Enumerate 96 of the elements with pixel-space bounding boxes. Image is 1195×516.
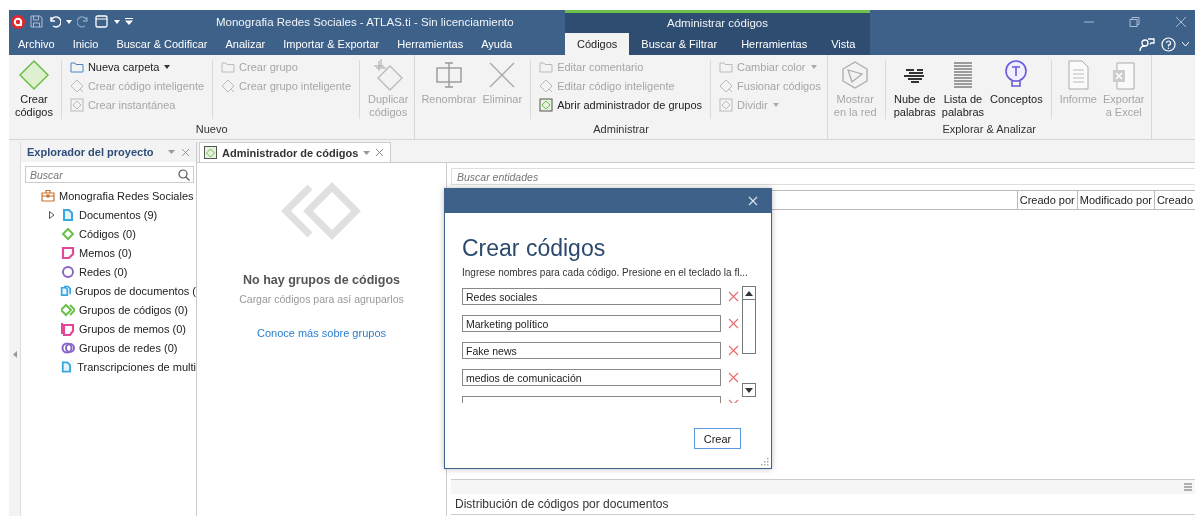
remove-icon[interactable] bbox=[728, 318, 739, 329]
panel-title: Distribución de códigos por documentos bbox=[451, 494, 1195, 515]
caret-icon bbox=[164, 64, 171, 69]
dialog-title: Crear códigos bbox=[462, 235, 607, 261]
ribbon-icon bbox=[539, 78, 554, 93]
caret-icon[interactable] bbox=[66, 19, 72, 24]
menu-tab[interactable]: Herramientas bbox=[388, 33, 473, 55]
remove-icon[interactable] bbox=[728, 345, 739, 356]
learn-more-link[interactable]: Conoce más sobre grupos bbox=[257, 327, 386, 339]
column-header[interactable]: Creado por bbox=[1016, 191, 1077, 209]
ribbon-icon bbox=[16, 58, 51, 92]
tree-item[interactable]: Códigos (0) bbox=[21, 224, 196, 243]
remove-icon[interactable] bbox=[728, 372, 739, 383]
column-header[interactable]: Modificado por bbox=[1076, 191, 1154, 209]
tree-item[interactable]: Documentos (9) bbox=[21, 205, 196, 224]
ribbon-icon bbox=[719, 78, 734, 93]
menu-tab[interactable]: Ayuda bbox=[472, 33, 522, 55]
app-logo-icon[interactable] bbox=[11, 14, 25, 29]
document-tab[interactable]: Administrador de códigos bbox=[199, 142, 392, 162]
ribbon-button[interactable]: Nube de palabras bbox=[891, 58, 938, 119]
ribbon-button[interactable]: Crear códigos bbox=[13, 58, 55, 119]
window-icon[interactable] bbox=[95, 15, 109, 28]
code-name-field[interactable]: Redes sociales bbox=[462, 288, 721, 305]
expand-arrow-icon[interactable] bbox=[49, 210, 55, 219]
help-icon[interactable] bbox=[1161, 36, 1176, 52]
tree-item[interactable]: Redes (0) bbox=[21, 262, 196, 281]
window-title: Monografia Redes Sociales - ATLAS.ti - Sin licenciamiento bbox=[216, 15, 514, 28]
ribbon-icon bbox=[221, 59, 236, 74]
ribbon-icon bbox=[69, 59, 84, 74]
user-icon[interactable] bbox=[1139, 36, 1155, 52]
column-header[interactable]: Creado bbox=[1153, 191, 1195, 209]
code-name-field[interactable]: medios de comunicación bbox=[462, 369, 721, 386]
dialog-instruction: Ingrese nombres para cada código. Presione en el teclado la fl... bbox=[462, 267, 749, 278]
ribbon-icon bbox=[539, 97, 554, 112]
collapse-arrow-icon[interactable] bbox=[12, 350, 17, 358]
menu-icon[interactable] bbox=[1184, 483, 1192, 491]
customize-icon[interactable] bbox=[125, 18, 133, 25]
ribbon-icon bbox=[539, 59, 554, 74]
tree-item[interactable]: Grupos de códigos (0) bbox=[21, 300, 196, 319]
up-arrow-icon bbox=[745, 290, 753, 296]
close-icon[interactable] bbox=[375, 148, 385, 157]
tree-item[interactable]: Transcripciones de multi bbox=[21, 357, 196, 376]
caret-icon[interactable] bbox=[114, 19, 120, 24]
tree-item[interactable]: Grupos de documentos ( bbox=[21, 281, 196, 300]
search-icon bbox=[178, 168, 190, 181]
save-icon[interactable] bbox=[30, 15, 43, 28]
menu-tab[interactable]: Herramientas bbox=[729, 33, 820, 55]
menu-tab[interactable]: Vista bbox=[819, 33, 868, 55]
tree-item[interactable]: Memos (0) bbox=[21, 243, 196, 262]
ribbon-button[interactable]: Abrir administrador de grupos bbox=[537, 96, 705, 113]
menu-tab[interactable]: Analizar bbox=[216, 33, 275, 55]
search-field[interactable]: Buscar entidades bbox=[451, 168, 1195, 185]
panel-title: Explorador del proyecto bbox=[27, 146, 155, 158]
code-name-field[interactable]: Marketing político bbox=[462, 315, 721, 332]
restore-icon[interactable] bbox=[1129, 16, 1141, 27]
down-arrow-icon bbox=[745, 387, 753, 393]
scrollbar-thumb[interactable] bbox=[742, 300, 756, 354]
scroll-down-button[interactable] bbox=[742, 383, 756, 397]
menu-tab[interactable]: Buscar & Filtrar bbox=[629, 33, 730, 55]
caret-icon bbox=[772, 102, 779, 107]
ribbon-button[interactable]: Conceptos bbox=[988, 58, 1045, 106]
menu-tab[interactable]: Importar & Exportar bbox=[274, 33, 389, 55]
group-label: Explorar & Analizar bbox=[941, 123, 1037, 137]
menu-tab[interactable]: Buscar & Codificar bbox=[107, 33, 217, 55]
group-label: Nuevo bbox=[194, 123, 229, 137]
undo-icon[interactable] bbox=[48, 15, 61, 28]
ribbon-icon bbox=[719, 59, 734, 74]
ribbon-icon bbox=[221, 78, 236, 93]
redo-icon[interactable] bbox=[77, 15, 90, 28]
caret-icon[interactable] bbox=[363, 150, 371, 155]
ribbon-button[interactable]: Nueva carpeta bbox=[67, 58, 207, 75]
code-manager-icon bbox=[204, 146, 217, 159]
ribbon-icon bbox=[719, 97, 734, 112]
scroll-up-button[interactable] bbox=[742, 286, 756, 300]
caret-icon bbox=[810, 64, 817, 69]
tree-item[interactable]: Monografia Redes Sociales bbox=[21, 186, 196, 205]
empty-state-text: Cargar códigos para así agruparlos bbox=[239, 293, 404, 305]
tree-item[interactable]: Grupos de redes (0) bbox=[21, 338, 196, 357]
code-name-field[interactable]: Fake news bbox=[462, 342, 721, 359]
empty-state-title: No hay grupos de códigos bbox=[243, 273, 400, 287]
menu-tab[interactable]: Archivo bbox=[9, 33, 64, 55]
close-icon[interactable] bbox=[181, 147, 190, 157]
menu-tab[interactable]: Inicio bbox=[63, 33, 108, 55]
ribbon-button[interactable]: Lista de palabras bbox=[939, 58, 987, 119]
ribbon-icon bbox=[69, 78, 84, 93]
group-label: Administrar bbox=[592, 123, 650, 137]
search-field[interactable]: Buscar bbox=[25, 166, 194, 183]
close-icon[interactable] bbox=[1175, 15, 1187, 28]
menu-tab[interactable]: Códigos bbox=[565, 33, 630, 55]
context-title: Administrar códigos bbox=[667, 17, 768, 29]
resize-grip-icon[interactable] bbox=[761, 458, 769, 466]
ribbon-icon bbox=[69, 97, 84, 112]
create-button[interactable]: Crear bbox=[694, 428, 741, 449]
tree-item[interactable]: Grupos de memos (0) bbox=[21, 319, 196, 338]
remove-icon[interactable] bbox=[728, 291, 739, 302]
caret-icon[interactable] bbox=[1182, 41, 1189, 47]
